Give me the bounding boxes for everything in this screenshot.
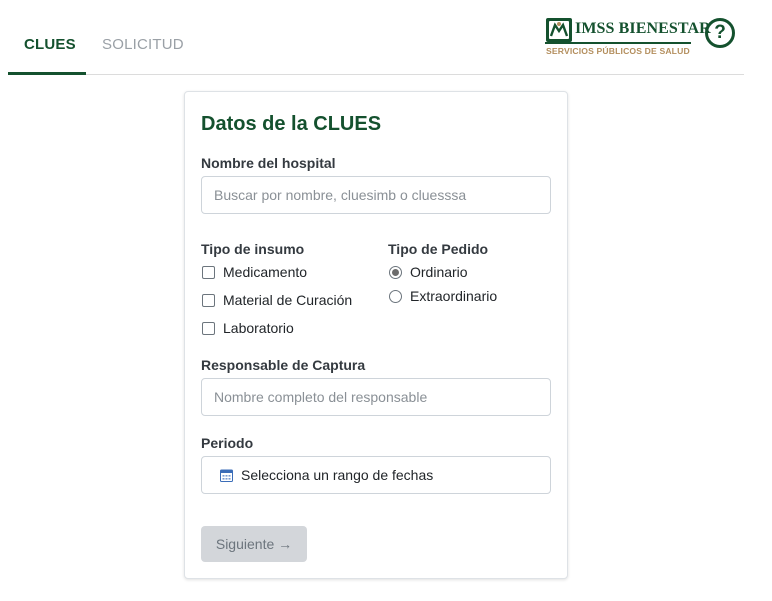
logo-divider: [545, 42, 691, 44]
next-button[interactable]: Siguiente →: [201, 526, 307, 562]
tipo-pedido-label: Tipo de Pedido: [388, 241, 489, 257]
help-circle-icon[interactable]: ?: [705, 18, 735, 48]
imss-bienestar-logo: IMSS BIENESTAR SERVICIOS PÚBLICOS DE SAL…: [545, 17, 711, 59]
form-title: Datos de la CLUES: [201, 113, 382, 135]
imss-emblem-icon: [546, 18, 572, 42]
hospital-search-input[interactable]: [201, 176, 551, 214]
checkbox-box[interactable]: [202, 321, 215, 335]
calendar-icon: [220, 469, 233, 482]
checkbox-medicamento[interactable]: Medicamento: [202, 263, 307, 281]
logo-subtitle: SERVICIOS PÚBLICOS DE SALUD: [546, 46, 690, 56]
radio-extraordinario[interactable]: Extraordinario: [389, 287, 497, 305]
periodo-label: Periodo: [201, 435, 254, 451]
radio-label: Extraordinario: [410, 288, 498, 304]
radio-label: Ordinario: [410, 264, 468, 280]
checkbox-label: Material de Curación: [223, 292, 353, 308]
checkbox-label: Laboratorio: [223, 320, 294, 336]
tab-solicitud[interactable]: SOLICITUD: [102, 36, 184, 53]
date-range-text: Selecciona un rango de fechas: [241, 467, 434, 483]
checkbox-label: Medicamento: [223, 264, 308, 280]
checkbox-material-curacion[interactable]: Material de Curación: [202, 291, 352, 309]
logo-title: IMSS BIENESTAR: [575, 20, 711, 37]
responsable-input[interactable]: [201, 378, 551, 416]
checkbox-box[interactable]: [202, 293, 215, 307]
tipo-insumo-label: Tipo de insumo: [201, 241, 305, 257]
responsable-label: Responsable de Captura: [201, 357, 366, 373]
hospital-label: Nombre del hospital: [201, 155, 336, 171]
active-tab-indicator: [8, 72, 86, 75]
checkbox-laboratorio[interactable]: Laboratorio: [202, 319, 294, 337]
tab-clues[interactable]: CLUES: [24, 36, 76, 53]
date-range-picker[interactable]: Selecciona un rango de fechas: [201, 456, 551, 494]
radio-ordinario[interactable]: Ordinario: [389, 263, 468, 281]
checkbox-box[interactable]: [202, 265, 215, 279]
clues-form-card: Datos de la CLUES Nombre del hospital Ti…: [184, 91, 568, 579]
radio-button-selected[interactable]: [389, 265, 402, 279]
radio-button[interactable]: [389, 289, 402, 303]
